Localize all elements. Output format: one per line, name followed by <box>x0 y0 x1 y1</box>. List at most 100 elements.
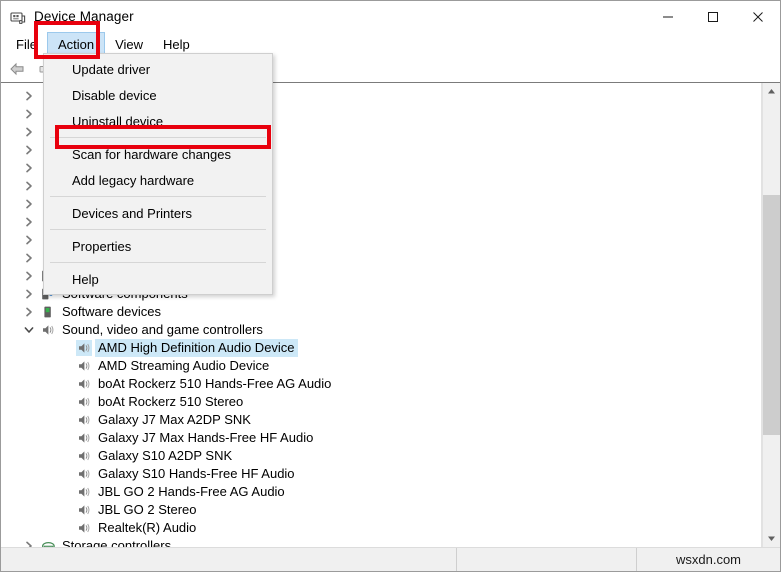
tree-row-label: boAt Rockerz 510 Hands-Free AG Audio <box>98 376 332 391</box>
speaker-icon <box>76 466 92 482</box>
menu-item-add-legacy-hardware[interactable]: Add legacy hardware <box>44 167 272 193</box>
speaker-icon <box>76 412 92 428</box>
device-manager-window: Device Manager File Action View Help Sof… <box>0 0 781 572</box>
close-button[interactable] <box>735 1 780 32</box>
tree-row-label: Realtek(R) Audio <box>98 520 197 535</box>
title-bar: Device Manager <box>1 1 780 32</box>
watermark: wsxdn.com <box>636 548 780 571</box>
menu-item-uninstall-device[interactable]: Uninstall device <box>44 108 272 134</box>
speaker-icon <box>76 502 92 518</box>
chevron-right-icon[interactable] <box>21 286 37 302</box>
chevron-right-icon[interactable] <box>21 106 37 122</box>
chevron-right-icon[interactable] <box>21 178 37 194</box>
menu-file[interactable]: File <box>6 32 47 56</box>
chevron-right-icon[interactable] <box>21 214 37 230</box>
tree-row-selected[interactable]: AMD High Definition Audio Device <box>1 339 761 357</box>
scrollbar-track[interactable] <box>763 100 780 530</box>
menu-item-properties[interactable]: Properties <box>44 233 272 259</box>
speaker-icon <box>76 340 92 356</box>
chevron-right-icon[interactable] <box>21 304 37 320</box>
speaker-icon <box>76 430 92 446</box>
scroll-up-icon[interactable] <box>763 83 780 100</box>
chevron-right-icon[interactable] <box>21 142 37 158</box>
tree-row-label: Sound, video and game controllers <box>62 322 263 337</box>
menu-separator <box>50 229 266 230</box>
software-device-icon <box>40 304 56 320</box>
speaker-icon <box>76 484 92 500</box>
menu-separator <box>50 196 266 197</box>
storage-controller-icon <box>40 538 56 547</box>
tree-row-label: boAt Rockerz 510 Stereo <box>98 394 244 409</box>
menu-item-disable-device[interactable]: Disable device <box>44 82 272 108</box>
tree-row-label: JBL GO 2 Stereo <box>98 502 197 517</box>
tree-row[interactable]: Software devices <box>1 303 761 321</box>
status-message <box>1 548 456 571</box>
chevron-down-icon[interactable] <box>21 322 37 338</box>
scrollbar-thumb[interactable] <box>763 194 780 436</box>
speaker-icon <box>76 520 92 536</box>
chevron-right-icon[interactable] <box>21 538 37 547</box>
tree-row[interactable]: Sound, video and game controllers <box>1 321 761 339</box>
tree-row-label: AMD High Definition Audio Device <box>95 339 298 357</box>
tree-row[interactable]: JBL GO 2 Hands-Free AG Audio <box>1 483 761 501</box>
tree-row-label: Galaxy S10 A2DP SNK <box>98 448 233 463</box>
tree-row-label: AMD Streaming Audio Device <box>98 358 270 373</box>
chevron-right-icon[interactable] <box>21 232 37 248</box>
scroll-down-icon[interactable] <box>763 530 780 547</box>
window-controls <box>645 1 780 32</box>
speaker-icon <box>76 376 92 392</box>
vertical-scrollbar[interactable] <box>762 83 780 547</box>
speaker-icon <box>76 448 92 464</box>
tree-row-label: Software devices <box>62 304 161 319</box>
device-manager-icon <box>10 9 26 25</box>
menu-item-help[interactable]: Help <box>44 266 272 292</box>
tree-row-label: Storage controllers <box>62 538 172 547</box>
tree-row-label: JBL GO 2 Hands-Free AG Audio <box>98 484 285 499</box>
tree-row[interactable]: Galaxy S10 A2DP SNK <box>1 447 761 465</box>
menu-separator <box>50 262 266 263</box>
tree-row-label: Galaxy J7 Max A2DP SNK <box>98 412 251 427</box>
chevron-right-icon[interactable] <box>21 124 37 140</box>
tree-row[interactable]: Galaxy S10 Hands-Free HF Audio <box>1 465 761 483</box>
minimize-button[interactable] <box>645 1 690 32</box>
menu-item-update-driver[interactable]: Update driver <box>44 56 272 82</box>
tree-row[interactable]: Storage controllers <box>1 537 761 547</box>
status-bar: wsxdn.com <box>1 547 780 571</box>
chevron-right-icon[interactable] <box>21 196 37 212</box>
tree-row[interactable]: boAt Rockerz 510 Stereo <box>1 393 761 411</box>
window-title: Device Manager <box>34 9 134 24</box>
chevron-right-icon[interactable] <box>21 250 37 266</box>
chevron-right-icon[interactable] <box>21 88 37 104</box>
chevron-right-icon[interactable] <box>21 268 37 284</box>
chevron-right-icon[interactable] <box>21 160 37 176</box>
tree-row[interactable]: boAt Rockerz 510 Hands-Free AG Audio <box>1 375 761 393</box>
speaker-icon <box>76 358 92 374</box>
tree-row[interactable]: JBL GO 2 Stereo <box>1 501 761 519</box>
speaker-icon <box>40 322 56 338</box>
tree-row[interactable]: AMD Streaming Audio Device <box>1 357 761 375</box>
menu-separator <box>50 137 266 138</box>
back-icon[interactable] <box>7 60 27 78</box>
speaker-icon <box>76 394 92 410</box>
action-dropdown-menu: Update driver Disable device Uninstall dev… <box>43 53 273 295</box>
maximize-button[interactable] <box>690 1 735 32</box>
tree-row-label: Galaxy S10 Hands-Free HF Audio <box>98 466 295 481</box>
tree-row[interactable]: Realtek(R) Audio <box>1 519 761 537</box>
tree-row[interactable]: Galaxy J7 Max A2DP SNK <box>1 411 761 429</box>
tree-row-label: Galaxy J7 Max Hands-Free HF Audio <box>98 430 314 445</box>
status-secondary <box>456 548 636 571</box>
menu-item-devices-and-printers[interactable]: Devices and Printers <box>44 200 272 226</box>
tree-row[interactable]: Galaxy J7 Max Hands-Free HF Audio <box>1 429 761 447</box>
menu-item-scan-for-hardware-changes[interactable]: Scan for hardware changes <box>44 141 272 167</box>
